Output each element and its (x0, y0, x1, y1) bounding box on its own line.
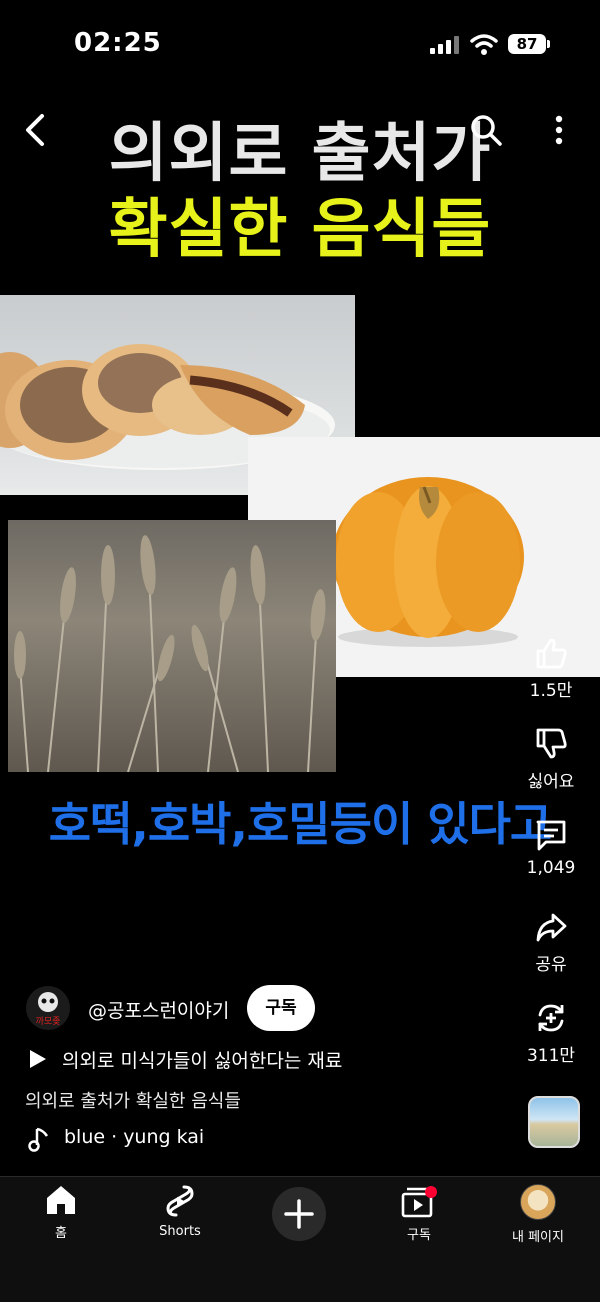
nav-subscriptions[interactable]: 구독 (374, 1184, 464, 1243)
plus-icon (284, 1199, 314, 1229)
remix-button[interactable]: 311만 (518, 1001, 584, 1066)
comment-count: 1,049 (526, 858, 576, 878)
nav-me-label: 내 페이지 (512, 1230, 564, 1245)
music-track-link[interactable]: blue · yung kai (64, 1126, 204, 1148)
profile-avatar (520, 1184, 556, 1220)
battery-nub (547, 40, 550, 48)
avatar-logo-text: 까모좆 (36, 1016, 61, 1027)
channel-name[interactable]: @공포스런이야기 (88, 996, 229, 1023)
battery-indicator: 87 (508, 34, 546, 54)
nav-shorts-label: Shorts (159, 1224, 201, 1239)
related-video-link[interactable]: 의외로 미식가들이 싫어한다는 재료 (62, 1046, 342, 1073)
subscribe-button[interactable]: 구독 (247, 985, 315, 1031)
remix-icon (538, 1004, 564, 1032)
home-icon (47, 1186, 75, 1214)
comment-icon (536, 820, 566, 851)
music-note-icon (28, 1127, 49, 1152)
wifi-icon (470, 34, 498, 55)
video-description[interactable]: 의외로 출처가 확실한 음식들 (25, 1087, 241, 1113)
video-caption: 호떡,호박,호밀등이 있다고 (48, 797, 552, 851)
share-label: 공유 (535, 955, 567, 975)
channel-avatar[interactable]: 까모좆 (26, 986, 70, 1030)
status-time: 02:25 (74, 28, 162, 58)
share-button[interactable]: 공유 (518, 910, 584, 975)
create-button[interactable] (272, 1187, 326, 1241)
nav-shorts[interactable]: Shorts (135, 1184, 225, 1239)
share-icon (536, 913, 567, 942)
cellular-signal-icon (430, 36, 460, 54)
like-icon (536, 638, 567, 669)
sound-thumbnail[interactable] (528, 1096, 580, 1148)
nav-me[interactable]: 내 페이지 (493, 1184, 583, 1245)
notification-dot (425, 1186, 437, 1198)
like-button[interactable]: 1.5만 (518, 636, 584, 701)
dislike-icon (536, 728, 567, 759)
like-count: 1.5만 (529, 681, 573, 701)
nav-home[interactable]: 홈 (16, 1184, 106, 1241)
remix-count: 311만 (526, 1046, 576, 1066)
nav-subscriptions-label: 구독 (407, 1228, 431, 1243)
comment-button[interactable]: 1,049 (518, 818, 584, 878)
dislike-label: 싫어요 (527, 772, 575, 792)
headline-line-2: 확실한 음식들 (108, 193, 492, 267)
subscriptions-icon (401, 1186, 437, 1218)
search-icon[interactable] (468, 112, 504, 148)
nav-home-label: 홈 (55, 1226, 67, 1241)
rye-field-image (8, 520, 336, 772)
play-icon (30, 1050, 46, 1068)
dislike-button[interactable]: 싫어요 (518, 727, 584, 792)
shorts-icon (166, 1185, 194, 1217)
more-icon[interactable] (552, 114, 566, 148)
